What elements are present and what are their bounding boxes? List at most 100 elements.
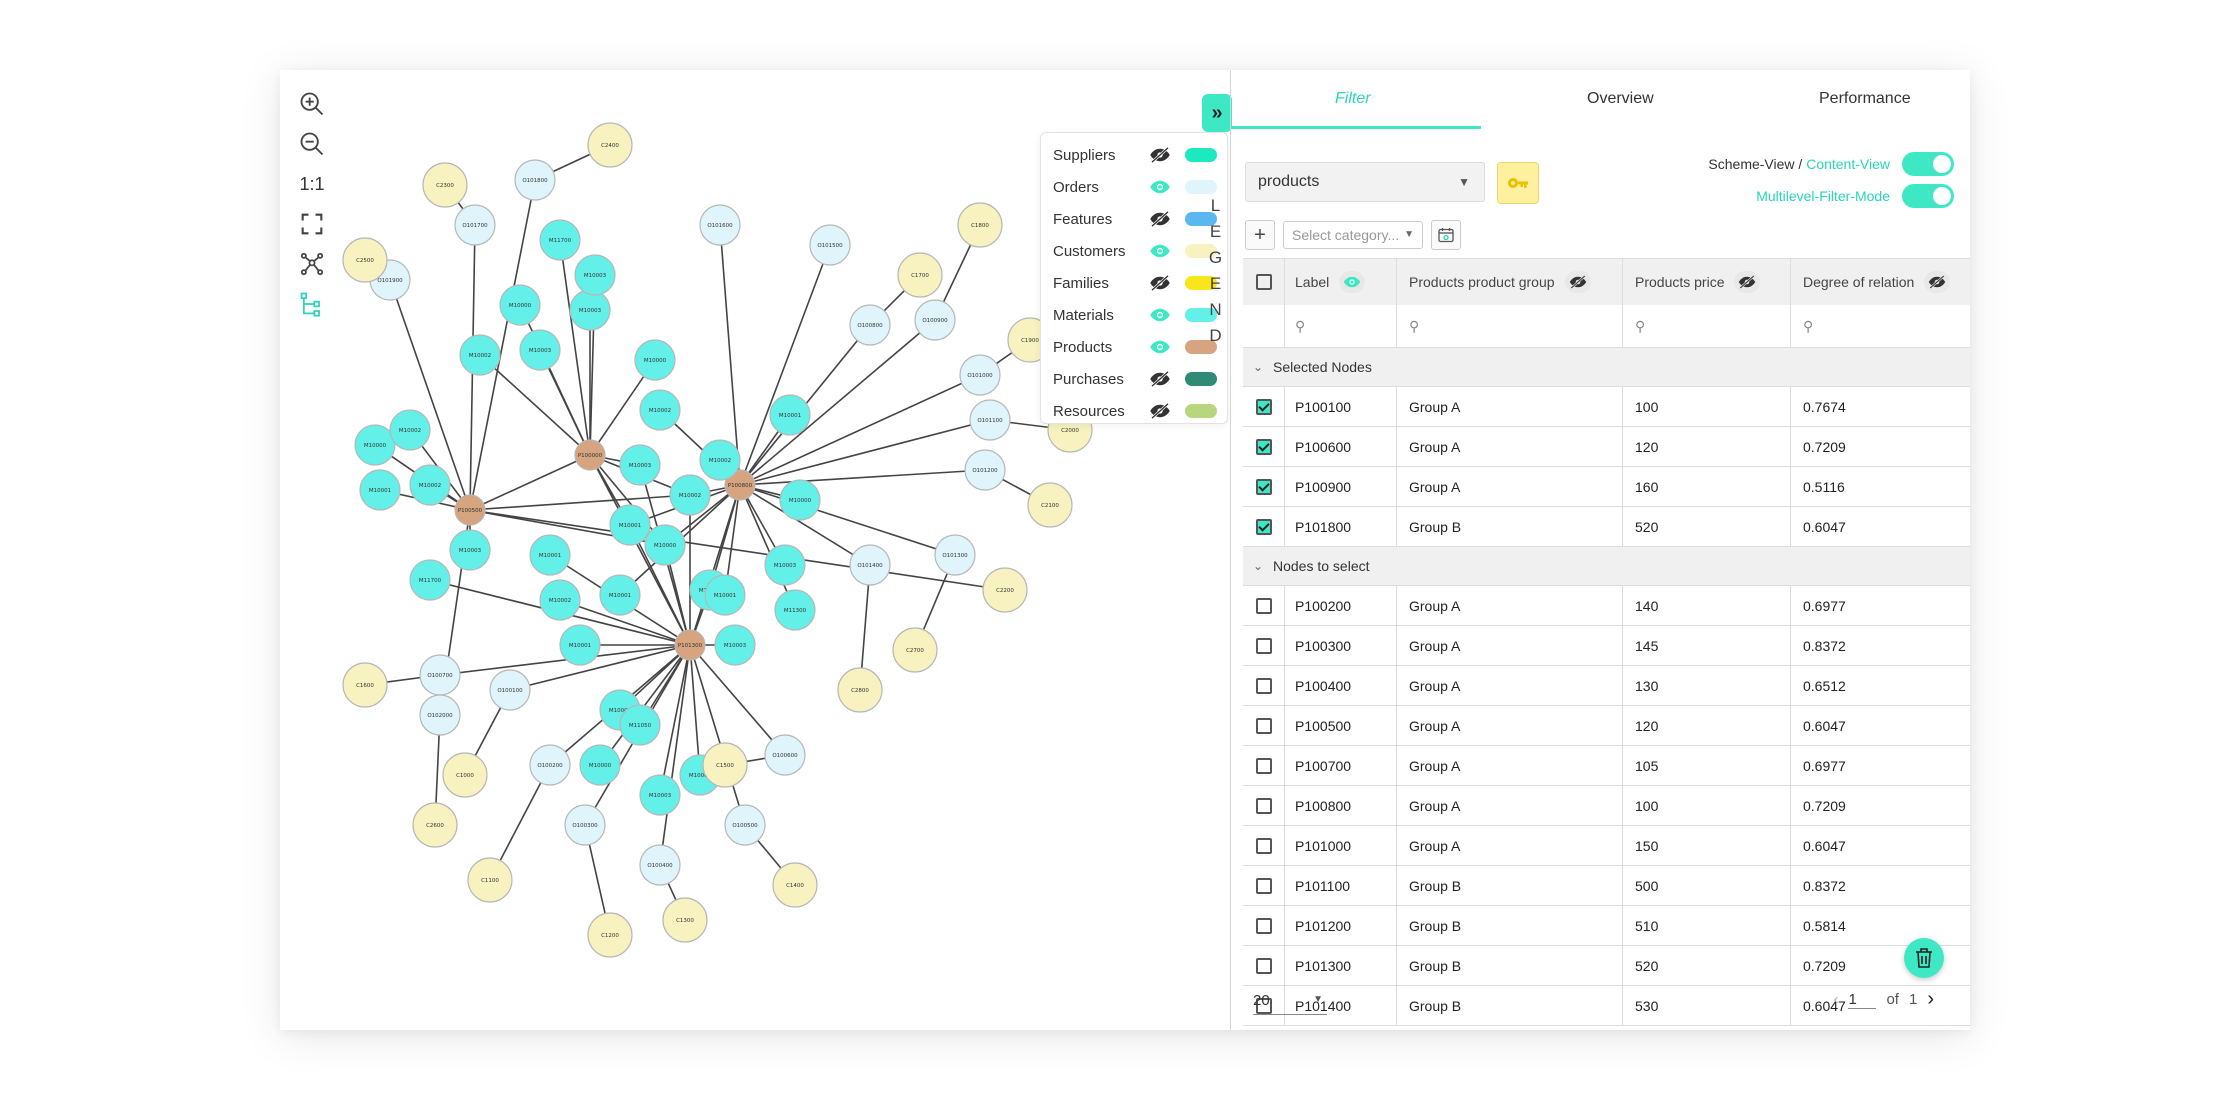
calendar-button[interactable]	[1431, 220, 1461, 250]
graph-node-orders[interactable]: O102000	[419, 694, 461, 736]
table-row[interactable]: P100600 Group A 120 0.7209	[1243, 427, 1970, 467]
table-row[interactable]: P100700 Group A 105 0.6977	[1243, 746, 1970, 786]
row-checkbox[interactable]	[1255, 757, 1272, 774]
graph-node-orders[interactable]: O101600	[699, 204, 741, 246]
column-visibility-toggle[interactable]	[1339, 271, 1366, 293]
graph-node-materials[interactable]: M11050	[619, 704, 661, 746]
graph-node-customers[interactable]: C1300	[662, 897, 708, 943]
graph-node-customers[interactable]: C2500	[342, 237, 388, 283]
graph-node-customers[interactable]: C1700	[897, 252, 943, 298]
graph-node-customers[interactable]: C2200	[982, 567, 1028, 613]
column-visibility-toggle[interactable]	[1734, 271, 1761, 293]
row-checkbox[interactable]	[1255, 398, 1272, 415]
filter-price-input[interactable]: ⚲	[1623, 305, 1791, 347]
table-row[interactable]: P101200 Group B 510 0.5814	[1243, 906, 1970, 946]
graph-node-customers[interactable]: C1000	[442, 752, 488, 798]
graph-node-materials[interactable]: M10003	[519, 329, 561, 371]
column-visibility-toggle[interactable]	[1564, 271, 1591, 293]
legend-visibility-toggle[interactable]	[1145, 369, 1175, 389]
delete-selection-button[interactable]	[1904, 938, 1944, 978]
add-category-button[interactable]: +	[1245, 220, 1275, 250]
column-header-product-group[interactable]: Products product group	[1397, 259, 1623, 305]
legend-visibility-toggle[interactable]	[1145, 273, 1175, 293]
graph-node-customers[interactable]: C2300	[422, 162, 468, 208]
column-header-price[interactable]: Products price	[1623, 259, 1791, 305]
table-row[interactable]: P101800 Group B 520 0.6047	[1243, 507, 1970, 547]
graph-node-materials[interactable]: M10000	[779, 479, 821, 521]
legend-visibility-toggle[interactable]	[1145, 337, 1175, 357]
table-row[interactable]: P100500 Group A 120 0.6047	[1243, 706, 1970, 746]
graph-node-materials[interactable]: M10002	[699, 439, 741, 481]
page-number-input[interactable]: 1	[1848, 991, 1877, 1009]
graph-node-orders[interactable]: O100900	[914, 299, 956, 341]
legend-visibility-toggle[interactable]	[1145, 145, 1175, 165]
graph-node-orders[interactable]: O100700	[419, 654, 461, 696]
actual-size-button[interactable]: 1:1	[290, 164, 334, 204]
graph-node-materials[interactable]: M10000	[499, 284, 541, 326]
tab-performance[interactable]: Performance	[1819, 90, 1911, 108]
graph-node-materials[interactable]: M10001	[599, 574, 641, 616]
graph-node-customers[interactable]: C1200	[587, 912, 633, 958]
legend-visibility-toggle[interactable]	[1145, 177, 1175, 197]
table-row[interactable]: P100400 Group A 130 0.6512	[1243, 666, 1970, 706]
graph-node-customers[interactable]: C1400	[772, 862, 818, 908]
graph-node-customers[interactable]: C1500	[702, 742, 748, 788]
graph-node-customers[interactable]: C2100	[1027, 482, 1073, 528]
graph-node-orders[interactable]: O101000	[959, 354, 1001, 396]
next-page-icon[interactable]: ›	[1927, 988, 1934, 1011]
graph-node-materials[interactable]: M10003	[764, 544, 806, 586]
graph-node-customers[interactable]: C2700	[892, 627, 938, 673]
graph-node-materials[interactable]: M10001	[559, 624, 601, 666]
graph-node-orders[interactable]: O101300	[934, 534, 976, 576]
filter-degree-input[interactable]: ⚲	[1791, 305, 1970, 347]
graph-node-customers[interactable]: C1600	[342, 662, 388, 708]
graph-node-materials[interactable]: M10002	[669, 474, 711, 516]
graph-node-materials[interactable]: M10002	[409, 464, 451, 506]
graph-node-materials[interactable]: M10001	[769, 394, 811, 436]
graph-node-materials[interactable]: M10001	[609, 504, 651, 546]
graph-node-materials[interactable]: M10003	[569, 289, 611, 331]
tab-filter[interactable]: Filter	[1335, 90, 1371, 108]
row-checkbox[interactable]	[1255, 438, 1272, 455]
graph-node-materials[interactable]: M10001	[704, 574, 746, 616]
graph-node-materials[interactable]: M10002	[389, 409, 431, 451]
legend-visibility-toggle[interactable]	[1145, 305, 1175, 325]
table-row[interactable]: P101000 Group A 150 0.6047	[1243, 826, 1970, 866]
graph-node-materials[interactable]: M10002	[639, 389, 681, 431]
row-checkbox[interactable]	[1255, 717, 1272, 734]
graph-node-orders[interactable]: O100200	[529, 744, 571, 786]
column-visibility-toggle[interactable]	[1924, 271, 1951, 293]
graph-node-orders[interactable]: O101800	[514, 159, 556, 201]
graph-layout-button[interactable]	[290, 244, 334, 284]
graph-node-orders[interactable]: O100500	[724, 804, 766, 846]
row-checkbox[interactable]	[1255, 478, 1272, 495]
legend-collapse-button[interactable]: »	[1202, 94, 1232, 132]
row-checkbox[interactable]	[1255, 637, 1272, 654]
graph-node-products[interactable]: P100000	[574, 439, 606, 471]
table-row[interactable]: P100100 Group A 100 0.7674	[1243, 387, 1970, 427]
zoom-out-button[interactable]	[290, 124, 334, 164]
graph-node-orders[interactable]: O100100	[489, 669, 531, 711]
fit-screen-button[interactable]	[290, 204, 334, 244]
graph-node-materials[interactable]: M10003	[619, 444, 661, 486]
graph-node-materials[interactable]: M10000	[644, 524, 686, 566]
multilevel-filter-switch[interactable]	[1902, 184, 1954, 208]
graph-node-materials[interactable]: M10000	[354, 424, 396, 466]
row-checkbox[interactable]	[1255, 797, 1272, 814]
graph-node-orders[interactable]: O100400	[639, 844, 681, 886]
graph-node-materials[interactable]: M10003	[639, 774, 681, 816]
graph-node-orders[interactable]: O101200	[964, 449, 1006, 491]
graph-node-materials[interactable]: M10003	[714, 624, 756, 666]
graph-node-customers[interactable]: C1100	[467, 857, 513, 903]
row-checkbox[interactable]	[1255, 518, 1272, 535]
graph-node-customers[interactable]: C2600	[412, 802, 458, 848]
graph-node-materials[interactable]: M11300	[774, 589, 816, 631]
table-row[interactable]: P100900 Group A 160 0.5116	[1243, 467, 1970, 507]
table-row[interactable]: P100800 Group A 100 0.7209	[1243, 786, 1970, 826]
legend-visibility-toggle[interactable]	[1145, 401, 1175, 421]
graph-node-orders[interactable]: O100600	[764, 734, 806, 776]
graph-node-orders[interactable]: O100300	[564, 804, 606, 846]
column-header-degree[interactable]: Degree of relation	[1791, 259, 1970, 305]
select-all-checkbox[interactable]	[1255, 274, 1272, 290]
graph-node-products[interactable]: P100500	[454, 494, 486, 526]
